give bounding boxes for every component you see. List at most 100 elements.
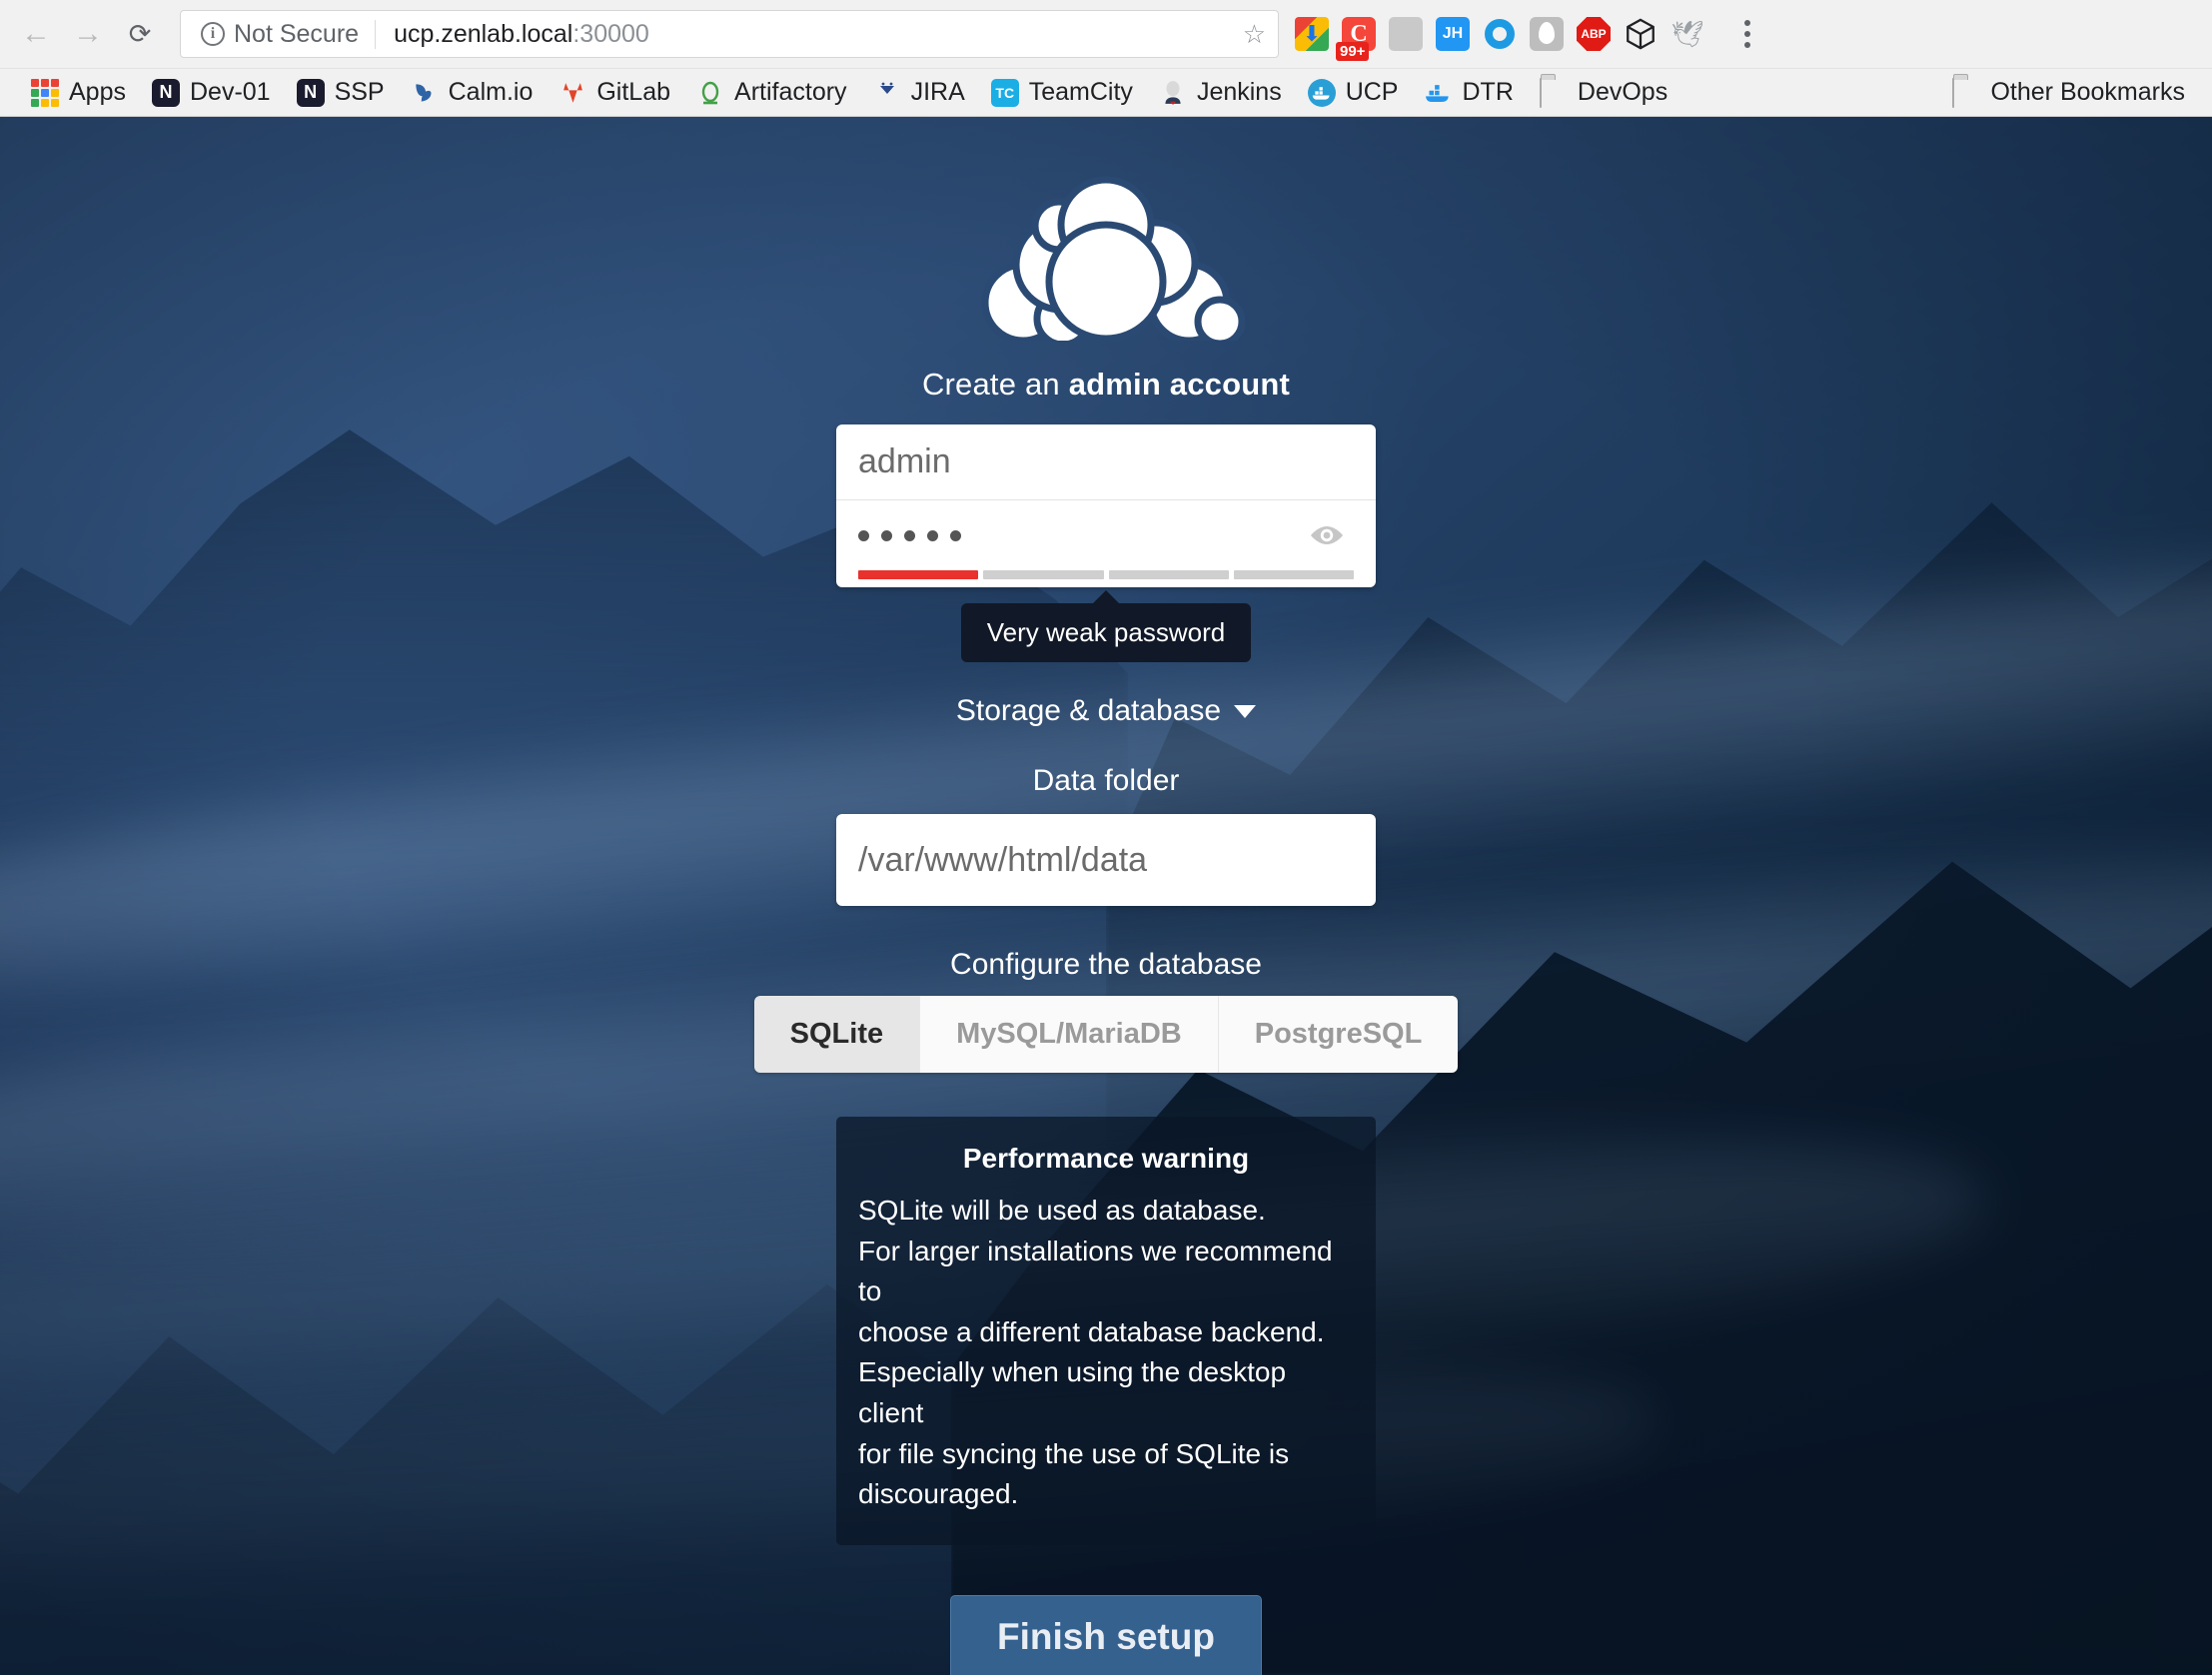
artifactory-icon: [696, 79, 724, 107]
headline-strong: admin account: [1068, 367, 1291, 402]
other-bookmarks-button[interactable]: Other Bookmarks: [1939, 77, 2198, 108]
warning-line: for file syncing the use of SQLite is: [858, 1437, 1290, 1469]
bookmark-label: UCP: [1345, 78, 1399, 106]
forward-arrow-icon[interactable]: →: [62, 8, 114, 60]
tab-sqlite[interactable]: SQLite: [753, 996, 920, 1073]
folder-icon: [1539, 77, 1568, 108]
storage-toggle-label: Storage & database: [955, 694, 1222, 727]
bookmark-label: SSP: [334, 78, 385, 106]
caret-down-icon: [1234, 704, 1257, 718]
jira-icon: [873, 79, 901, 107]
warning-line: For larger installations we recommend to: [858, 1235, 1333, 1307]
bookmark-apps[interactable]: Apps: [18, 78, 139, 107]
url-text: ucp.zenlab.local:30000: [376, 20, 649, 49]
bookmark-label: Apps: [69, 78, 126, 106]
back-arrow-icon[interactable]: ←: [10, 8, 62, 60]
bookmark-ssp[interactable]: N SSP: [284, 78, 398, 107]
warning-line: Especially when using the desktop client: [858, 1356, 1287, 1428]
url-host: ucp.zenlab.local: [394, 19, 573, 48]
bookmark-label: Artifactory: [734, 78, 847, 106]
storage-and-database-toggle[interactable]: Storage & database: [955, 694, 1257, 728]
bookmark-label: GitLab: [596, 78, 671, 106]
gitlab-fox-icon: [558, 79, 586, 107]
calm-leaf-icon: [411, 79, 439, 107]
finish-setup-button[interactable]: Finish setup: [950, 1594, 1262, 1675]
strength-segment: [1108, 570, 1229, 579]
page-title: Create an admin account: [922, 367, 1290, 403]
bookmark-dtr[interactable]: DTR: [1412, 78, 1527, 107]
notion-n-icon: N: [296, 78, 325, 107]
save-to-google-drive-extension-icon[interactable]: [1295, 17, 1329, 51]
warning-title: Performance warning: [962, 1143, 1250, 1174]
extensions-area: 99+ 🕊: [1295, 17, 1764, 61]
kebab-menu-icon[interactable]: [1730, 20, 1764, 48]
browser-toolbar: ← → ⟳ i Not Secure ucp.zenlab.local:3000…: [0, 0, 2212, 68]
eye-icon[interactable]: [1308, 523, 1346, 547]
jenkins-hub-extension-icon[interactable]: [1436, 17, 1470, 51]
bookmark-teamcity[interactable]: TC TeamCity: [978, 78, 1146, 107]
password-strength-tooltip: Very weak password: [960, 603, 1252, 662]
warning-line: SQLite will be used as database.: [858, 1195, 1266, 1226]
bookmark-calm-io[interactable]: Calm.io: [398, 78, 547, 107]
database-tabs: SQLite MySQL/MariaDB PostgreSQL: [753, 996, 1459, 1073]
headline-prefix: Create an: [921, 367, 1069, 402]
bookmark-artifactory[interactable]: Artifactory: [683, 78, 860, 107]
shield-extension-icon[interactable]: [1530, 17, 1564, 51]
performance-warning: Performance warning SQLite will be used …: [836, 1117, 1376, 1545]
info-icon: i: [201, 22, 225, 46]
bookmark-jira[interactable]: JIRA: [860, 78, 978, 107]
ring-extension-icon[interactable]: [1483, 17, 1517, 51]
address-bar[interactable]: i Not Secure ucp.zenlab.local:30000 ☆: [180, 10, 1279, 58]
setup-page: Create an admin account admin Very weak …: [0, 117, 2212, 1675]
bookmark-jenkins[interactable]: Jenkins: [1146, 78, 1295, 107]
data-folder-input[interactable]: /var/www/html/data: [836, 814, 1376, 906]
password-strength-meter: [836, 570, 1376, 587]
cube-extension-icon[interactable]: [1624, 17, 1658, 51]
strength-segment: [858, 570, 979, 579]
folder-icon: [1952, 77, 1980, 108]
tab-mysql-mariadb[interactable]: MySQL/MariaDB: [919, 996, 1218, 1073]
grayscale-extension-icon[interactable]: [1389, 17, 1423, 51]
reload-icon[interactable]: ⟳: [114, 8, 166, 60]
bookmark-label: DTR: [1462, 78, 1514, 106]
data-folder-value: /var/www/html/data: [858, 840, 1148, 879]
bookmark-label: Jenkins: [1196, 78, 1282, 106]
configure-database-label: Configure the database: [950, 948, 1262, 981]
owncloud-logo: [981, 176, 1245, 341]
bookmark-devops[interactable]: DevOps: [1527, 77, 1680, 108]
extension-badge: 99+: [1336, 41, 1370, 61]
warning-body: SQLite will be used as database. For lar…: [858, 1191, 1354, 1515]
username-value: admin: [858, 442, 951, 480]
teamcity-icon: TC: [990, 78, 1019, 107]
adblock-plus-extension-icon[interactable]: [1577, 17, 1611, 51]
password-input[interactable]: [836, 500, 1376, 570]
bookmark-label: JIRA: [910, 78, 965, 106]
bookmark-label: DevOps: [1577, 78, 1668, 106]
browser-chrome: ← → ⟳ i Not Secure ucp.zenlab.local:3000…: [0, 0, 2212, 117]
hummingbird-extension-icon[interactable]: 🕊: [1670, 17, 1704, 51]
data-folder-label: Data folder: [1032, 764, 1180, 797]
setup-content: Create an admin account admin Very weak …: [0, 117, 2212, 1675]
warning-line: choose a different database backend.: [858, 1315, 1325, 1347]
bookmark-dev-01[interactable]: N Dev-01: [139, 78, 284, 107]
credentials-card: admin: [836, 424, 1376, 587]
bookmark-label: Calm.io: [448, 78, 534, 106]
other-bookmarks-label: Other Bookmarks: [1990, 78, 2185, 106]
jenkins-butler-icon: [1159, 79, 1187, 107]
strength-segment: [1233, 570, 1354, 579]
security-label: Not Secure: [234, 19, 360, 48]
docker-whale-icon: [1307, 78, 1336, 107]
clipboard-extension-icon[interactable]: 99+: [1336, 17, 1376, 61]
tab-postgresql[interactable]: PostgreSQL: [1217, 996, 1459, 1073]
notion-n-icon: N: [151, 78, 180, 107]
password-masked-value: [858, 529, 961, 541]
bookmarks-bar: Apps N Dev-01 N SSP Calm.io GitLab Artif…: [0, 68, 2212, 116]
strength-segment: [983, 570, 1104, 579]
bookmark-gitlab[interactable]: GitLab: [546, 78, 683, 107]
url-port: :30000: [572, 19, 649, 48]
warning-line: discouraged.: [858, 1478, 1019, 1510]
security-indicator[interactable]: i Not Secure: [201, 19, 377, 49]
bookmark-ucp[interactable]: UCP: [1295, 78, 1412, 107]
bookmark-star-icon[interactable]: ☆: [1243, 19, 1266, 50]
username-input[interactable]: admin: [836, 424, 1376, 500]
